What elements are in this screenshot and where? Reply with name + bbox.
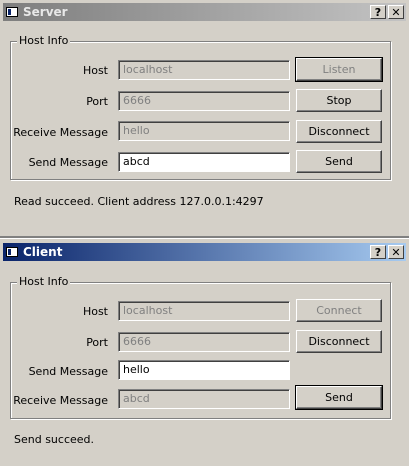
send-message-label: Send Message bbox=[28, 156, 108, 169]
server-titlebar[interactable]: Server ? ✕ bbox=[3, 3, 406, 21]
client-window: Client ? ✕ Host Info Host localhost Conn… bbox=[0, 240, 409, 466]
port-field: 6666 bbox=[118, 91, 290, 111]
host-field: localhost bbox=[118, 60, 290, 80]
send-message-label: Send Message bbox=[28, 365, 108, 378]
stop-button[interactable]: Stop bbox=[296, 89, 382, 112]
receive-message-field: abcd bbox=[118, 389, 290, 409]
close-button[interactable]: ✕ bbox=[388, 5, 404, 19]
port-label: Port bbox=[86, 336, 108, 349]
send-message-input[interactable]: hello bbox=[118, 360, 290, 380]
send-message-input[interactable]: abcd bbox=[118, 152, 290, 172]
listen-button[interactable]: Listen bbox=[295, 57, 383, 82]
group-title: Host Info bbox=[17, 34, 71, 47]
window-title: Client bbox=[23, 245, 63, 259]
help-button[interactable]: ? bbox=[370, 245, 386, 259]
host-label: Host bbox=[82, 64, 108, 77]
port-label: Port bbox=[86, 95, 108, 108]
host-field: localhost bbox=[118, 301, 290, 321]
disconnect-button[interactable]: Disconnect bbox=[296, 120, 382, 143]
group-title: Host Info bbox=[17, 275, 71, 288]
receive-message-label: Receive Message bbox=[13, 394, 108, 407]
help-button[interactable]: ? bbox=[370, 5, 386, 19]
port-field: 6666 bbox=[118, 332, 290, 352]
status-text: Send succeed. bbox=[14, 433, 95, 446]
window-divider bbox=[0, 236, 409, 239]
receive-message-field: hello bbox=[118, 121, 290, 141]
host-label: Host bbox=[82, 305, 108, 318]
send-button[interactable]: Send bbox=[296, 150, 382, 173]
app-icon bbox=[6, 247, 18, 257]
window-title: Server bbox=[23, 5, 68, 19]
client-titlebar[interactable]: Client ? ✕ bbox=[3, 243, 406, 261]
send-button[interactable]: Send bbox=[295, 385, 383, 410]
server-window: Server ? ✕ Host Info Host localhost List… bbox=[0, 0, 409, 240]
status-text: Read succeed. Client address 127.0.0.1:4… bbox=[14, 195, 264, 208]
disconnect-button[interactable]: Disconnect bbox=[296, 330, 382, 353]
receive-message-label: Receive Message bbox=[13, 126, 108, 139]
connect-button[interactable]: Connect bbox=[296, 299, 382, 322]
close-button[interactable]: ✕ bbox=[388, 245, 404, 259]
app-icon bbox=[6, 7, 18, 17]
